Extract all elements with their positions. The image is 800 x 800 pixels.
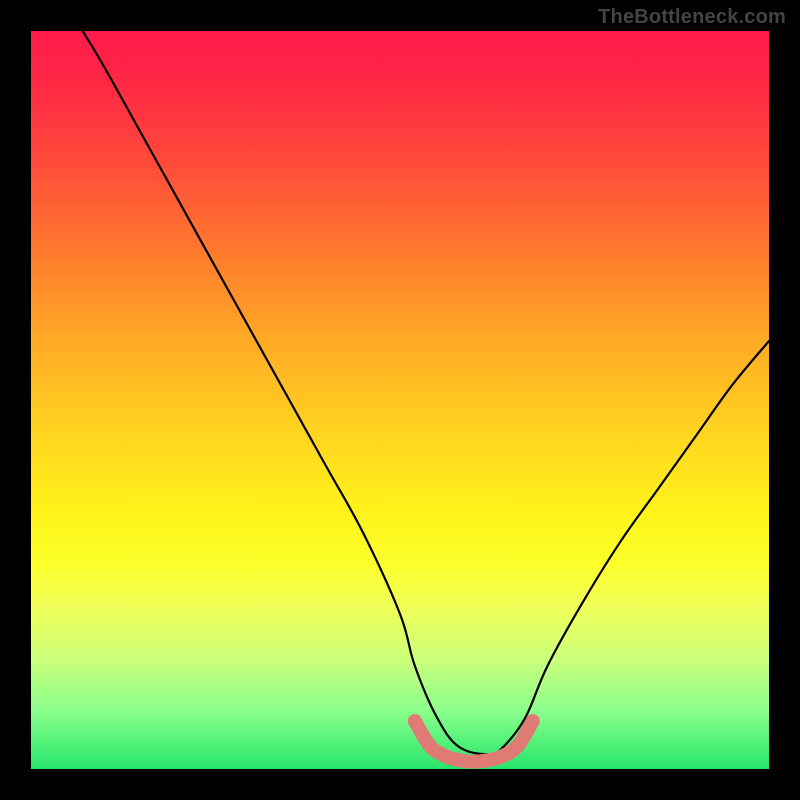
bottleneck-curve	[83, 31, 769, 754]
optimal-region-highlight	[415, 721, 533, 762]
plot-area	[31, 31, 769, 769]
chart-frame: TheBottleneck.com	[0, 0, 800, 800]
watermark-text: TheBottleneck.com	[598, 6, 786, 29]
chart-svg	[31, 31, 769, 769]
